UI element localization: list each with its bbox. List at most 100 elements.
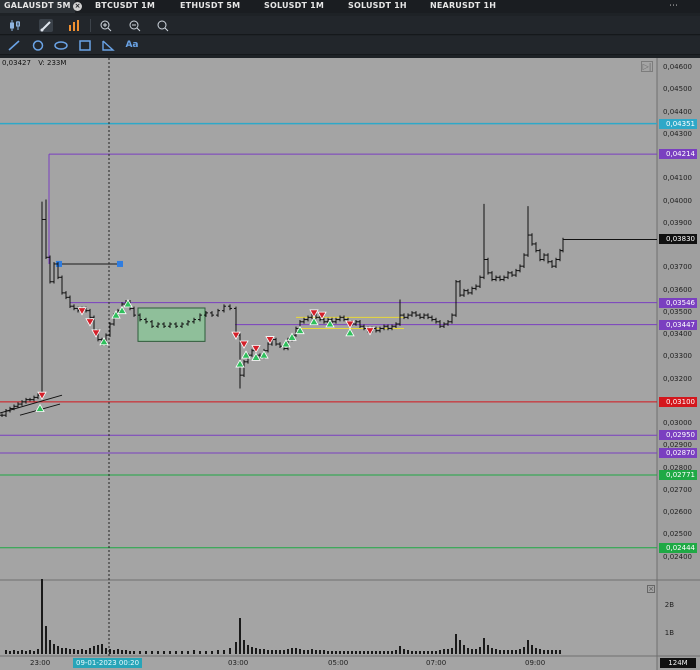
volume-bar <box>291 648 293 654</box>
volume-bar <box>383 651 385 654</box>
buy-marker <box>325 319 335 328</box>
volume-bar <box>331 651 333 654</box>
volume-bar <box>5 650 7 654</box>
volume-bar <box>559 650 561 654</box>
price-axis-label: 0,03300 <box>663 352 692 361</box>
volume-bar <box>45 626 47 654</box>
symbol-tab-bar: GALAUSDT 5M × BTCUSDT 1M ETHUSDT 5M SOLU… <box>0 0 700 13</box>
volume-bar <box>507 650 509 654</box>
volume-bar <box>487 645 489 654</box>
brush-icon[interactable] <box>39 19 53 32</box>
price-level-tag: 0,02771 <box>659 470 697 481</box>
volume-bar <box>117 649 119 654</box>
buy-marker <box>287 332 297 341</box>
price-axis-label: 0,03000 <box>663 419 692 428</box>
chart-canvas[interactable] <box>0 58 700 670</box>
price-axis-label: 0,04600 <box>663 63 692 72</box>
volume-bar <box>263 649 265 654</box>
volume-value-badge: 124M <box>660 658 696 668</box>
volume-bar <box>113 650 115 654</box>
volume-bar <box>151 651 153 654</box>
bar-chart-icon[interactable] <box>67 19 81 32</box>
buy-marker <box>281 339 291 348</box>
sell-marker <box>85 318 95 327</box>
price-level-tag: 0,04214 <box>659 149 697 160</box>
price-axis-label: 0,02700 <box>663 485 692 494</box>
text-tool-icon[interactable]: Aa <box>124 39 140 52</box>
volume-bar <box>49 640 51 654</box>
volume-bar <box>551 650 553 654</box>
volume-bar <box>527 640 529 654</box>
segment-handle <box>117 260 123 267</box>
time-label: 07:00 <box>426 659 447 667</box>
volume-bar <box>459 640 461 654</box>
volume-bar <box>157 651 159 654</box>
volume-bar <box>275 650 277 654</box>
circle-icon[interactable] <box>31 39 45 52</box>
more-tabs-icon[interactable]: ⋯ <box>669 0 678 12</box>
volume-bar <box>199 651 201 654</box>
volume-bar <box>217 650 219 654</box>
close-tab-icon[interactable]: × <box>73 2 82 11</box>
tab-galausdt-5m[interactable]: GALAUSDT 5M <box>0 0 75 13</box>
volume-bar <box>547 650 549 654</box>
volume-bar <box>145 651 147 654</box>
volume-bar <box>109 649 111 654</box>
volume-bar <box>391 651 393 654</box>
buy-marker <box>345 328 355 337</box>
scroll-to-end-button[interactable]: ▷| <box>641 61 653 72</box>
volume-bar <box>483 638 485 654</box>
volume-bar <box>21 650 23 654</box>
volume-bar <box>451 648 453 654</box>
volume-bar <box>53 644 55 654</box>
volume-bar <box>499 650 501 654</box>
tab-solusdt-1m[interactable]: SOLUSDT 1M <box>264 0 324 13</box>
volume-bar <box>13 650 15 654</box>
volume-bar <box>283 650 285 654</box>
volume-bar <box>523 647 525 654</box>
search-icon[interactable] <box>156 19 170 32</box>
volume-bar <box>129 651 131 654</box>
volume-bar <box>347 651 349 654</box>
ellipse-icon[interactable] <box>54 39 68 52</box>
volume-bar <box>403 649 405 654</box>
volume-axis-label: 2B <box>664 601 674 609</box>
volume-bar <box>125 650 127 654</box>
tab-ethusdt-5m[interactable]: ETHUSDT 5M <box>180 0 240 13</box>
triangle-icon[interactable] <box>101 39 115 52</box>
price-axis-label: 0,04000 <box>663 196 692 205</box>
volume-bar <box>235 642 237 654</box>
price-axis-label: 0,03700 <box>663 263 692 272</box>
close-volume-pane-icon[interactable]: × <box>647 585 655 593</box>
zoom-out-icon[interactable] <box>128 19 142 32</box>
volume-bar <box>439 650 441 654</box>
volume-bar <box>267 650 269 654</box>
trend-line-icon[interactable] <box>7 39 21 52</box>
tab-btcusdt-1m[interactable]: BTCUSDT 1M <box>95 0 155 13</box>
volume-bar <box>479 647 481 654</box>
buy-marker <box>99 336 109 346</box>
volume-bar <box>105 648 107 654</box>
price-chart[interactable]: 0,03427 V: 233M ▷| 0,04600 0,04500 0,04400… <box>0 58 700 670</box>
volume-bar <box>315 650 317 654</box>
price-level-tag: 0,02444 <box>659 542 697 553</box>
price-level-tag: 0,03100 <box>659 396 697 407</box>
volume-bar <box>323 650 325 654</box>
volume-bar <box>69 649 71 654</box>
candles-icon[interactable] <box>9 19 23 32</box>
price-axis-label: 0,03200 <box>663 374 692 383</box>
tab-nearusdt-1h[interactable]: NEARUSDT 1H <box>430 0 496 13</box>
volume-bar <box>25 651 27 654</box>
volume-bar <box>387 651 389 654</box>
volume-bar <box>299 649 301 654</box>
volume-readout: V: 233M <box>38 59 67 67</box>
rectangle-icon[interactable] <box>78 39 92 52</box>
sell-marker <box>309 309 319 318</box>
volume-bar <box>255 648 257 654</box>
tab-solusdt-1h[interactable]: SOLUSDT 1H <box>348 0 407 13</box>
volume-bar <box>327 651 329 654</box>
volume-bar <box>9 651 11 654</box>
volume-bar <box>415 651 417 654</box>
zoom-in-icon[interactable] <box>99 19 113 32</box>
sell-marker <box>365 327 375 336</box>
